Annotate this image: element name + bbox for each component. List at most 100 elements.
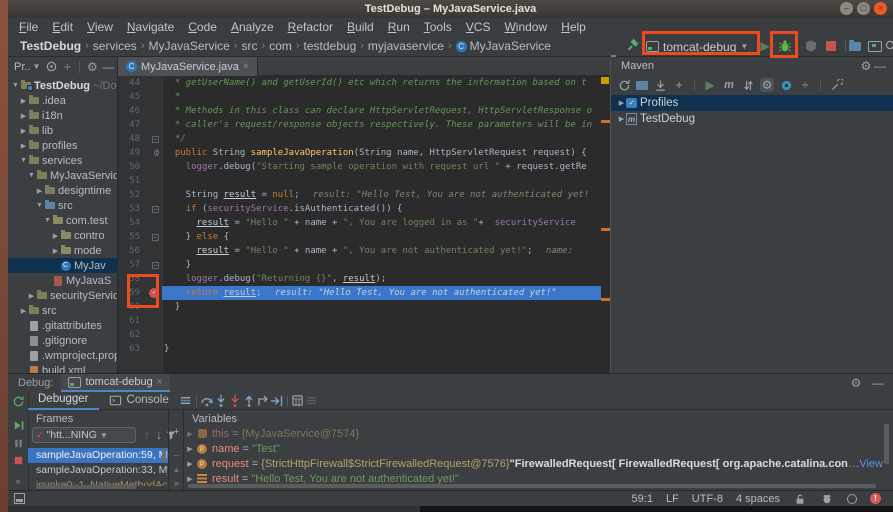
event-log-error-icon[interactable]: ! [870,493,881,504]
layout-options-icon[interactable] [179,394,193,408]
stop-icon[interactable] [11,453,25,467]
menu-tools[interactable]: Tools [417,18,459,36]
indent-setting[interactable]: 4 spaces [736,493,780,505]
menu-code[interactable]: Code [181,18,224,36]
fold-icon[interactable] [152,206,159,213]
code-line-55[interactable]: 55 } else { [118,230,601,244]
step-into-icon[interactable] [214,394,228,408]
project-tree-item--wmproject-prop[interactable]: .wmproject.prop [8,348,117,363]
code-area[interactable]: 44 * getUserName() and getUserId() etc w… [118,76,601,373]
chevron-right-icon[interactable]: ▶ [184,460,196,468]
code-line-50[interactable]: 50 logger.debug("Starting sample operati… [118,160,601,174]
move-up-icon[interactable]: ▲ [170,463,183,477]
line-separator[interactable]: LF [666,493,679,505]
breadcrumb-item[interactable]: com [269,39,292,53]
resume-icon[interactable] [11,418,25,432]
project-tree-item--gitignore[interactable]: .gitignore [8,333,117,348]
project-structure-icon[interactable] [849,42,861,51]
thread-selector[interactable]: ✓ "htt...NING ▼ [32,427,136,443]
variable-row-request[interactable]: ▶prequest={StrictHttpFirewall$StrictFire… [184,456,883,471]
fold-icon[interactable] [152,136,159,143]
gutter-line-57[interactable]: 57 [118,258,162,272]
maximize-button[interactable]: □ [857,2,870,15]
chevron-right-icon[interactable]: ▶ [617,115,626,123]
collapse-all-icon[interactable]: ÷ [60,60,74,74]
run-dashboard-icon[interactable] [868,41,882,52]
gutter-line-60[interactable]: 60 [118,300,162,314]
force-step-into-icon[interactable] [228,394,242,408]
caret-position[interactable]: 59:1 [632,493,653,505]
gear-icon[interactable]: ⚙ [859,59,873,73]
variables-vscrollbar[interactable] [884,424,889,464]
project-tree-item-testdebug[interactable]: ▼TestDebug~/Dow [8,78,117,93]
maven-tree-item-testdebug[interactable]: ▶mTestDebug [611,111,893,127]
project-tree-item-com-test[interactable]: ▼com.test [8,213,117,228]
variable-row-this[interactable]: ▶this={MyJavaService@7574} [184,426,883,441]
run-configuration-selector[interactable]: tomcat-debug ▼ [646,37,748,56]
breadcrumb-item[interactable]: MyJavaService [148,39,229,53]
execute-maven-goal-icon[interactable]: m [722,78,736,92]
breadcrumb-item[interactable]: MyJavaService [470,39,551,53]
error-stripe-mark[interactable] [601,228,610,231]
frames-hscrollbar[interactable] [36,485,136,489]
project-tree-item-src[interactable]: ▼src [8,198,117,213]
code-line-59[interactable]: 59✓ return result; result: "Hello Test, … [118,286,601,300]
gutter-line-55[interactable]: 55 [118,230,162,244]
step-over-icon[interactable] [200,394,214,408]
gutter-line-59[interactable]: 59✓ [118,286,162,300]
breakpoint-icon[interactable]: ✓ [149,288,159,298]
code-line-58[interactable]: 58 logger.debug("Returning {}", result); [118,272,601,286]
breadcrumb-item[interactable]: TestDebug [20,39,81,53]
toolwindow-toggle-icon[interactable] [14,493,25,504]
code-line-45[interactable]: 45 * [118,90,601,104]
variable-row-name[interactable]: ▶pname="Test" [184,441,883,456]
collapse-all-icon[interactable]: ÷ [798,78,812,92]
menu-analyze[interactable]: Analyze [224,18,281,36]
skip-tests-icon[interactable]: ⚙ [760,78,774,92]
code-line-62[interactable]: 62 [118,328,601,342]
editor[interactable]: C MyJavaService.java × 44 * getUserName(… [118,57,610,373]
gutter-line-52[interactable]: 52 [118,188,162,202]
gutter-line-44[interactable]: 44 [118,76,162,90]
project-tree-item--idea[interactable]: ▶.idea [8,93,117,108]
add-watch-icon[interactable]: + [170,425,183,439]
project-tree-item-designtime[interactable]: ▶designtime [8,183,117,198]
run-to-cursor-icon[interactable] [270,394,284,408]
drop-frame-icon[interactable] [256,394,270,408]
code-line-51[interactable]: 51 [118,174,601,188]
variables-hscrollbar[interactable] [188,484,876,488]
menu-view[interactable]: View [80,18,120,36]
frame-row[interactable]: sampleJavaOperation:33, My [28,463,168,478]
gutter-line-63[interactable]: 63 [118,342,162,356]
remove-watch-icon[interactable]: − [170,449,183,463]
evaluate-expression-icon[interactable] [291,394,305,408]
run-button[interactable]: ▶ [758,39,772,53]
code-line-53[interactable]: 53 if (securityService.isAuthenticated()… [118,202,601,216]
project-tree-item-build-xml[interactable]: build.xml [8,363,117,373]
step-out-icon[interactable] [242,394,256,408]
code-line-56[interactable]: 56 result = "Hello " + name + ", You are… [118,244,601,258]
more-actions-icon[interactable]: » [170,476,183,490]
debug-session-tab[interactable]: tomcat-debug × [61,374,169,392]
gutter-line-46[interactable]: 46 [118,104,162,118]
annotation-gutter-icon[interactable]: @ [154,146,159,160]
download-sources-icon[interactable] [653,78,667,92]
chevron-right-icon[interactable]: ▶ [184,430,196,438]
gutter-line-54[interactable]: 54 [118,216,162,230]
menu-help[interactable]: Help [554,18,593,36]
gutter-line-53[interactable]: 53 [118,202,162,216]
warning-stripe-mark[interactable] [601,77,609,84]
pause-icon[interactable] [11,436,25,450]
code-line-52[interactable]: 52 String result = null; result: "Hello … [118,188,601,202]
stop-button[interactable] [826,41,836,51]
project-tree-item-i18n[interactable]: ▶i18n [8,108,117,123]
project-tree-item--gitattributes[interactable]: .gitattributes [8,318,117,333]
project-tree-item-myjav[interactable]: CMyJav [8,258,117,273]
error-stripe-mark[interactable] [601,120,610,123]
project-tree-item-mode[interactable]: ▶mode [8,243,117,258]
coverage-icon[interactable] [804,39,818,53]
view-link[interactable]: View [859,458,883,470]
project-tree-item-myjavaservic[interactable]: ▼MyJavaServic [8,168,117,183]
tab-debugger[interactable]: Debugger [28,392,99,410]
notifications-icon[interactable] [847,494,857,504]
